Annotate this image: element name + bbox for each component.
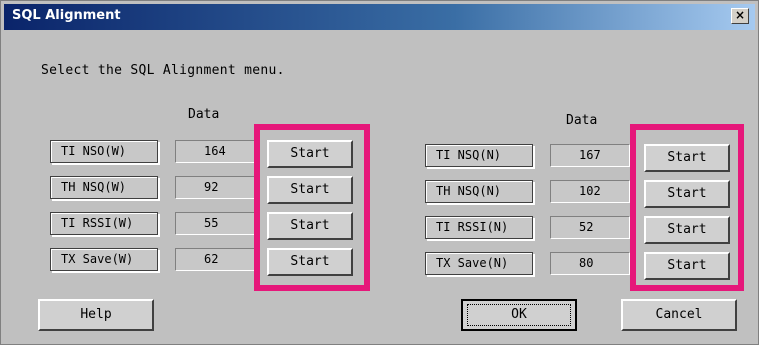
right-data-header: Data: [566, 113, 598, 128]
right-row-1-value: 167: [550, 144, 630, 167]
right-row-4-label: TX Save(N): [425, 252, 533, 275]
window-title: SQL Alignment: [12, 8, 121, 23]
ok-focus-outline: [467, 304, 571, 326]
left-row-4-label: TX Save(W): [50, 248, 158, 271]
right-row-2-value: 102: [550, 180, 630, 203]
right-row-2-label: TH NSQ(N): [425, 180, 533, 203]
sql-alignment-dialog: SQL Alignment × Select the SQL Alignment…: [0, 0, 759, 345]
right-row-1-label: TI NSQ(N): [425, 144, 533, 167]
cancel-button[interactable]: Cancel: [621, 299, 737, 331]
left-row-2-value: 92: [175, 176, 255, 199]
title-bar[interactable]: SQL Alignment ×: [4, 4, 755, 30]
left-start-highlight: [254, 124, 370, 291]
left-row-3-label: TI RSSI(W): [50, 212, 158, 235]
left-row-1-value: 164: [175, 140, 255, 163]
close-button[interactable]: ×: [731, 8, 749, 24]
left-row-1-label: TI NSO(W): [50, 140, 158, 163]
left-data-header: Data: [188, 107, 220, 122]
ok-button[interactable]: OK: [461, 299, 577, 331]
right-row-3-label: TI RSSI(N): [425, 216, 533, 239]
left-row-4-value: 62: [175, 248, 255, 271]
left-row-3-value: 55: [175, 212, 255, 235]
right-row-3-value: 52: [550, 216, 630, 239]
help-button[interactable]: Help: [38, 299, 154, 331]
instruction-text: Select the SQL Alignment menu.: [41, 63, 285, 78]
right-row-4-value: 80: [550, 252, 630, 275]
left-row-2-label: TH NSQ(W): [50, 176, 158, 199]
right-start-highlight: [630, 124, 744, 291]
